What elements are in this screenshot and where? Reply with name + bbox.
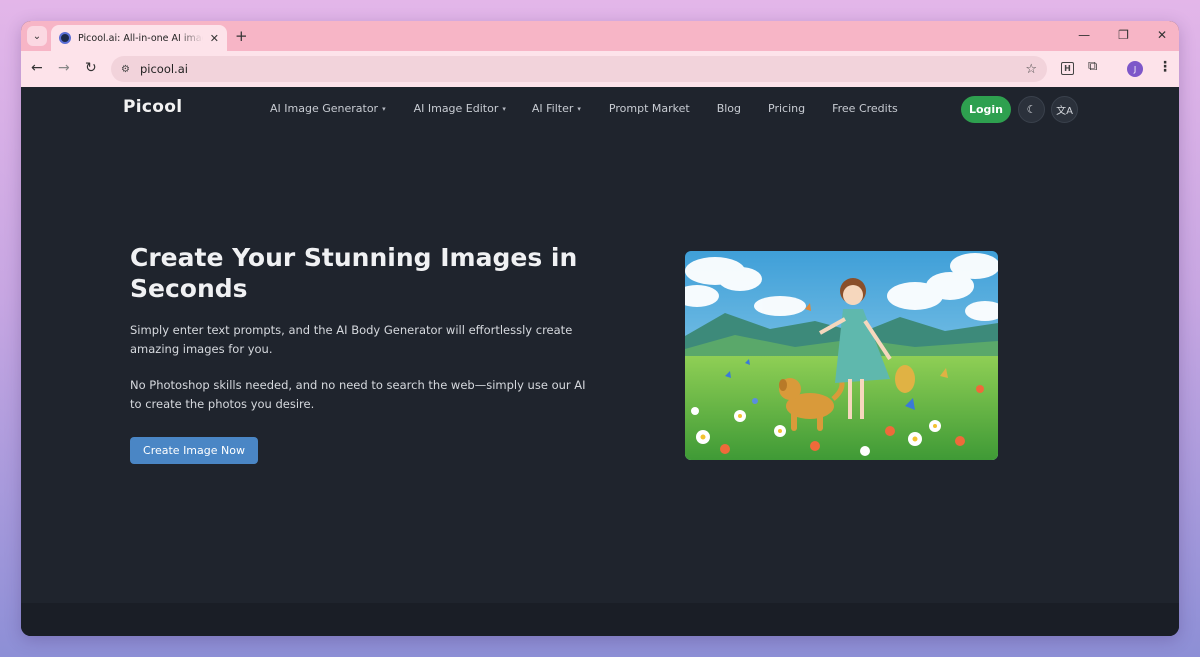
nav-label: Prompt Market — [608, 102, 690, 115]
window-controls: — ❐ ✕ — [1078, 28, 1167, 42]
nav-label: Pricing — [768, 102, 806, 115]
site-info-icon[interactable]: ⚙ — [121, 64, 130, 75]
browser-toolbar: ← → ↻ ⚙ picool.ai ☆ H ⧉ J ⋮ — [21, 51, 1179, 87]
restore-icon[interactable]: ❐ — [1118, 28, 1129, 42]
profile-avatar[interactable]: J — [1127, 61, 1143, 77]
chevron-down-icon: ▾ — [502, 104, 506, 113]
tab-title: Picool.ai: All-in-one AI image pr — [78, 32, 203, 44]
footer-band — [21, 603, 1179, 636]
moon-icon: ☾ — [1026, 103, 1037, 116]
url-text: picool.ai — [139, 62, 188, 76]
reload-icon[interactable]: ↻ — [85, 60, 97, 76]
nav-label: AI Image Editor — [413, 102, 499, 115]
chevron-down-icon: ▾ — [577, 104, 581, 113]
nav-label: Blog — [716, 102, 742, 115]
hero-title: Create Your Stunning Images in Seconds — [130, 243, 578, 303]
site-logo[interactable]: Picool — [123, 97, 182, 117]
chevron-down-icon: ⌄ — [32, 30, 42, 42]
menu-kebab-icon[interactable]: ⋮ — [1158, 59, 1172, 75]
nav-item-prompt-market[interactable]: Prompt Market — [609, 102, 690, 115]
hero-paragraph-1: Simply enter text prompts, and the AI Bo… — [130, 323, 573, 356]
theme-toggle-button[interactable]: ☾ — [1018, 96, 1045, 123]
nav-item-ai-image-editor[interactable]: AI Image Editor ▾ — [414, 102, 506, 115]
nav-label: AI Image Generator — [270, 102, 379, 115]
nav-label: AI Filter — [531, 102, 574, 115]
back-icon[interactable]: ← — [31, 60, 43, 76]
forward-icon[interactable]: → — [58, 60, 70, 76]
chevron-down-icon: ▾ — [382, 104, 386, 113]
login-button[interactable]: Login — [961, 96, 1011, 123]
nav-item-ai-filter[interactable]: AI Filter ▾ — [532, 102, 581, 115]
tab-search-button[interactable]: ⌄ — [27, 26, 47, 46]
nav-label: Free Credits — [832, 102, 898, 115]
extension-h-icon[interactable]: H — [1061, 62, 1074, 75]
browser-tab[interactable]: Picool.ai: All-in-one AI image pr ✕ — [51, 25, 227, 51]
translate-icon: 文A — [1056, 106, 1073, 117]
create-image-now-button[interactable]: Create Image Now — [130, 437, 258, 464]
browser-window: ⌄ Picool.ai: All-in-one AI image pr ✕ + … — [21, 21, 1179, 636]
language-button[interactable]: 文A — [1051, 96, 1078, 123]
hero-illustration — [685, 251, 998, 460]
favicon-icon — [59, 32, 71, 44]
close-icon[interactable]: ✕ — [210, 32, 219, 45]
girl-and-dog-meadow-image — [685, 251, 998, 460]
close-window-icon[interactable]: ✕ — [1157, 28, 1167, 42]
nav-item-pricing[interactable]: Pricing — [768, 102, 805, 115]
hero-paragraph-2: No Photoshop skills needed, and no need … — [130, 378, 586, 411]
main-nav: AI Image Generator ▾ AI Image Editor ▾ AI … — [270, 102, 898, 115]
tab-strip: ⌄ Picool.ai: All-in-one AI image pr ✕ + … — [21, 21, 1179, 51]
nav-item-blog[interactable]: Blog — [717, 102, 741, 115]
extensions-puzzle-icon[interactable]: ⧉ — [1088, 59, 1097, 74]
minimize-icon[interactable]: — — [1078, 28, 1090, 42]
website: Picool AI Image Generator ▾ AI Image Edit… — [21, 87, 1179, 636]
bookmark-star-icon[interactable]: ☆ — [1025, 62, 1037, 77]
nav-item-ai-image-generator[interactable]: AI Image Generator ▾ — [270, 102, 386, 115]
address-bar[interactable]: ⚙ picool.ai ☆ — [111, 56, 1047, 82]
nav-item-free-credits[interactable]: Free Credits — [832, 102, 898, 115]
new-tab-button[interactable]: + — [235, 27, 248, 45]
